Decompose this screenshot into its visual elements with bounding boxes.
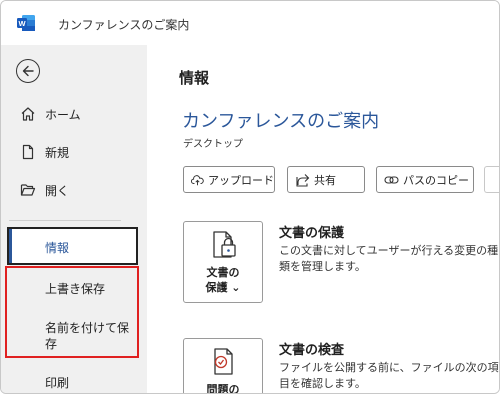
window-title: カンファレンスのご案内 [58, 18, 190, 32]
title-bar: W カンファレンスのご案内 [1, 1, 499, 45]
nav-item-info[interactable]: 情報 [7, 227, 138, 265]
backstage-nav: ホーム 新規 開く 情報 上書き保存 名前を付けて保 存 印刷 [1, 45, 147, 393]
nav-item-open[interactable]: 開く [1, 175, 147, 205]
document-title: カンファレンスのご案内 [182, 111, 380, 132]
nav-item-save-as[interactable]: 名前を付けて保 存 [45, 320, 129, 352]
inspect-title: 文書の検査 [279, 343, 345, 358]
nav-item-print[interactable]: 印刷 [45, 374, 69, 391]
copy-path-button[interactable]: パスのコピー [376, 166, 474, 193]
home-icon [21, 107, 35, 121]
cloud-upload-icon [191, 174, 204, 185]
link-icon [384, 175, 399, 184]
protect-card-line1: 文書の [206, 266, 240, 279]
info-pane: 情報 カンファレンスのご案内 デスクトップ アップロード 共有 パスのコピー 文… [147, 45, 499, 394]
selected-indicator [9, 229, 12, 263]
nav-separator [9, 220, 121, 221]
new-document-icon [22, 144, 34, 160]
share-label: 共有 [314, 173, 336, 187]
nav-item-home[interactable]: ホーム [1, 99, 147, 129]
copy-path-label: パスのコピー [403, 173, 469, 187]
svg-text:W: W [18, 19, 26, 28]
inspect-description: ファイルを公開する前に、ファイルの次の項目を確認します。 [279, 361, 499, 390]
document-location: デスクトップ [183, 139, 243, 150]
share-icon [296, 173, 310, 187]
back-arrow-icon [22, 65, 34, 77]
inspect-document-icon [214, 348, 233, 375]
check-issues-button[interactable]: 問題の [183, 338, 263, 394]
share-button[interactable]: 共有 [287, 166, 365, 193]
upload-button[interactable]: アップロード [183, 166, 275, 193]
word-backstage-window: W カンファレンスのご案内 ホーム 新規 開く 情報 上書き保存 名前を付けて保… [0, 0, 500, 394]
protect-description: この文書に対してユーザーが行える変更の種類を管理します。 [279, 244, 499, 273]
protect-card-line2: 保護 ⌄ [205, 281, 241, 294]
nav-label-save-as-2: 存 [45, 337, 58, 351]
protect-title: 文書の保護 [279, 226, 345, 241]
lock-document-icon [213, 231, 236, 258]
nav-item-new[interactable]: 新規 [1, 137, 147, 167]
open-folder-icon [20, 184, 36, 196]
word-logo-icon: W [17, 15, 35, 31]
more-button-partial[interactable] [484, 166, 499, 193]
inspect-card-line1: 問題の [206, 383, 240, 394]
nav-label-save-as-1: 名前を付けて保 [45, 321, 130, 335]
nav-label-new: 新規 [45, 145, 70, 160]
protect-document-button[interactable]: 文書の 保護 ⌄ [183, 221, 263, 303]
nav-label-open: 開く [45, 183, 70, 198]
nav-label-info: 情報 [45, 241, 70, 255]
nav-label-home: ホーム [45, 107, 81, 122]
page-title: 情報 [179, 69, 210, 87]
back-button[interactable] [16, 59, 40, 83]
upload-label: アップロード [208, 173, 274, 187]
nav-item-save[interactable]: 上書き保存 [45, 280, 105, 297]
